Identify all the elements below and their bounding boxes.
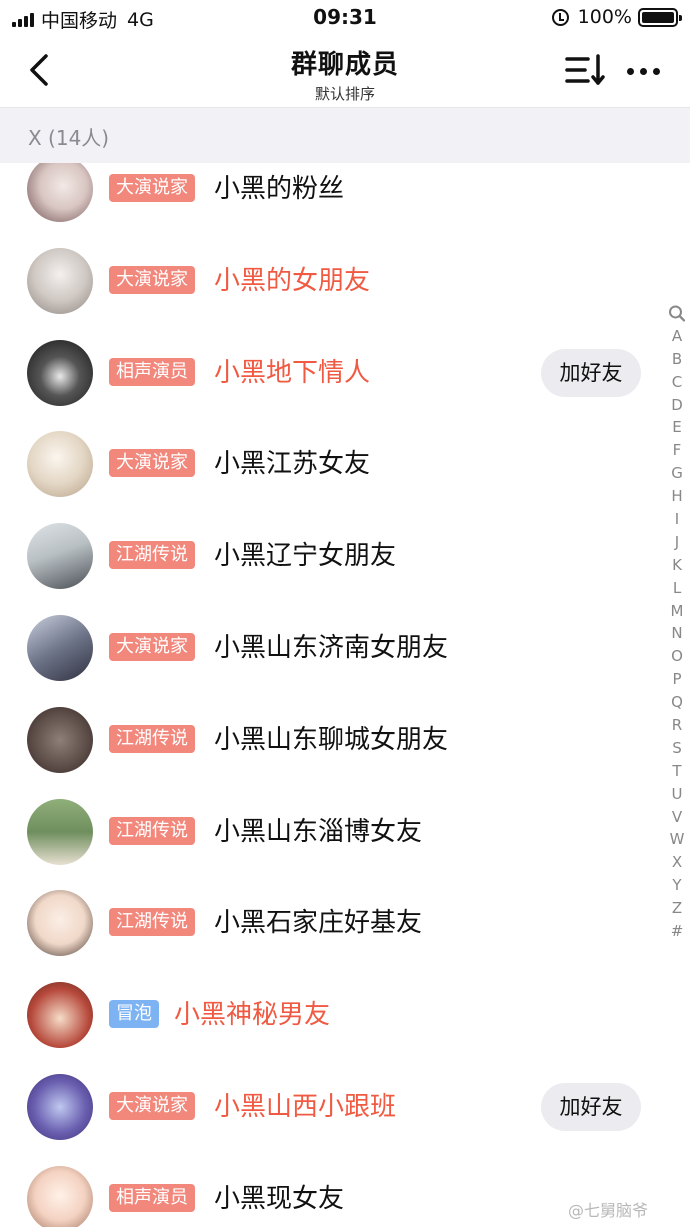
member-row[interactable]: 冒泡 小黑神秘男友 bbox=[0, 969, 660, 1061]
avatar[interactable] bbox=[27, 523, 93, 590]
member-list[interactable]: 大演说家 小黑的粉丝 大演说家 小黑的女朋友 相声演员 小黑地下情人 加好友 大演说家 小黑江苏… bbox=[0, 163, 690, 1227]
avatar[interactable] bbox=[27, 706, 93, 773]
more-options-button[interactable] bbox=[620, 56, 666, 86]
member-row[interactable]: 大演说家 小黑的粉丝 bbox=[0, 163, 660, 235]
avatar[interactable] bbox=[27, 431, 93, 498]
index-letter[interactable]: Z bbox=[666, 897, 688, 920]
index-letter[interactable]: # bbox=[666, 920, 688, 943]
index-letter[interactable]: S bbox=[666, 737, 688, 760]
avatar[interactable] bbox=[27, 163, 93, 222]
member-row[interactable]: 大演说家 小黑山东济南女朋友 bbox=[0, 602, 660, 694]
member-title-badge: 大演说家 bbox=[109, 1092, 195, 1120]
member-title-badge: 相声演员 bbox=[109, 1183, 195, 1212]
member-name: 小黑神秘男友 bbox=[174, 1000, 331, 1031]
status-right: 100% bbox=[551, 6, 682, 28]
more-dot-icon bbox=[652, 67, 660, 75]
member-title-badge: 相声演员 bbox=[109, 357, 195, 386]
member-title-badge: 大演说家 bbox=[109, 174, 195, 202]
index-letter[interactable]: N bbox=[666, 622, 688, 645]
sort-button[interactable] bbox=[562, 50, 608, 90]
avatar[interactable] bbox=[27, 982, 93, 1049]
index-letter[interactable]: Q bbox=[666, 691, 688, 714]
member-name: 小黑山东聊城女朋友 bbox=[214, 724, 449, 755]
index-letter[interactable]: T bbox=[666, 760, 688, 783]
index-letter[interactable]: G bbox=[666, 462, 688, 485]
member-row[interactable]: 相声演员 小黑地下情人 加好友 bbox=[0, 327, 660, 419]
member-name: 小黑山西小跟班 bbox=[214, 1092, 397, 1122]
index-letter[interactable]: M bbox=[666, 600, 688, 623]
member-name: 小黑山东淄博女友 bbox=[214, 816, 423, 847]
index-letter[interactable]: U bbox=[666, 783, 688, 806]
index-letter[interactable]: R bbox=[666, 714, 688, 737]
index-letter[interactable]: W bbox=[666, 828, 688, 851]
section-header: X (14人) bbox=[0, 108, 690, 163]
alarm-icon bbox=[551, 8, 569, 26]
index-letter[interactable]: Y bbox=[666, 874, 688, 897]
index-letter[interactable]: C bbox=[666, 371, 688, 394]
avatar[interactable] bbox=[27, 1165, 93, 1227]
battery-percent: 100% bbox=[577, 6, 632, 28]
watermark-text: @七舅脑爷 bbox=[568, 1201, 649, 1220]
member-name: 小黑的粉丝 bbox=[214, 174, 345, 204]
member-name: 小黑现女友 bbox=[214, 1183, 345, 1214]
index-letter[interactable]: F bbox=[666, 439, 688, 462]
avatar[interactable] bbox=[27, 1074, 93, 1140]
search-icon[interactable] bbox=[666, 302, 688, 325]
member-title-badge: 江湖传说 bbox=[109, 816, 195, 845]
member-row[interactable]: 江湖传说 小黑辽宁女朋友 bbox=[0, 510, 660, 602]
member-title-badge: 江湖传说 bbox=[109, 541, 195, 570]
member-row[interactable]: 大演说家 小黑的女朋友 bbox=[0, 235, 660, 327]
member-name: 小黑江苏女友 bbox=[214, 449, 371, 480]
avatar[interactable] bbox=[27, 615, 93, 681]
index-letter[interactable]: K bbox=[666, 554, 688, 577]
member-row[interactable]: 江湖传说 小黑山东淄博女友 bbox=[0, 786, 660, 878]
index-letter[interactable]: D bbox=[666, 394, 688, 417]
index-letter[interactable]: X bbox=[666, 851, 688, 874]
nav-bar: 群聊成员 默认排序 bbox=[0, 36, 690, 108]
index-letter[interactable]: E bbox=[666, 416, 688, 439]
more-dot-icon bbox=[639, 67, 647, 75]
member-title-badge: 大演说家 bbox=[109, 265, 195, 294]
member-row[interactable]: 江湖传说 小黑山东聊城女朋友 bbox=[0, 694, 660, 786]
battery-icon bbox=[638, 7, 682, 27]
alphabet-index-bar[interactable]: A B C D E F G H I J K L M N O P Q R S T U V W X Y Z # bbox=[666, 302, 688, 943]
more-dot-icon bbox=[626, 67, 634, 75]
avatar[interactable] bbox=[27, 798, 93, 865]
section-label: X (14人) bbox=[28, 126, 110, 150]
index-letter[interactable]: P bbox=[666, 668, 688, 691]
member-title-badge: 大演说家 bbox=[109, 449, 195, 478]
index-letter[interactable]: I bbox=[666, 508, 688, 531]
status-bar: 中国移动 4G 09:31 100% bbox=[0, 0, 690, 36]
index-letter[interactable]: H bbox=[666, 485, 688, 508]
sort-icon bbox=[565, 54, 605, 85]
member-name: 小黑地下情人 bbox=[214, 357, 371, 388]
index-letter[interactable]: L bbox=[666, 577, 688, 600]
avatar[interactable] bbox=[27, 247, 93, 314]
member-title-badge: 江湖传说 bbox=[109, 724, 195, 753]
avatar[interactable] bbox=[27, 890, 93, 957]
member-title-badge: 大演说家 bbox=[109, 633, 195, 661]
index-letter[interactable]: B bbox=[666, 348, 688, 371]
index-letter[interactable]: A bbox=[666, 325, 688, 348]
member-row[interactable]: 江湖传说 小黑石家庄好基友 bbox=[0, 877, 660, 969]
member-name: 小黑山东济南女朋友 bbox=[214, 633, 449, 663]
add-friend-button[interactable]: 加好友 bbox=[541, 348, 641, 397]
member-name: 小黑辽宁女朋友 bbox=[214, 541, 397, 572]
member-row[interactable]: 大演说家 小黑江苏女友 bbox=[0, 418, 660, 510]
index-letter[interactable]: J bbox=[666, 531, 688, 554]
member-name: 小黑石家庄好基友 bbox=[214, 908, 423, 939]
avatar[interactable] bbox=[27, 339, 93, 406]
index-letter[interactable]: O bbox=[666, 645, 688, 668]
add-friend-button[interactable]: 加好友 bbox=[541, 1083, 641, 1131]
member-name: 小黑的女朋友 bbox=[214, 265, 371, 296]
member-title-badge: 冒泡 bbox=[109, 1000, 159, 1029]
member-row[interactable]: 大演说家 小黑山西小跟班 加好友 bbox=[0, 1061, 660, 1153]
member-row[interactable]: 相声演员 小黑现女友 bbox=[0, 1153, 660, 1227]
member-title-badge: 江湖传说 bbox=[109, 908, 195, 937]
index-letter[interactable]: V bbox=[666, 806, 688, 829]
